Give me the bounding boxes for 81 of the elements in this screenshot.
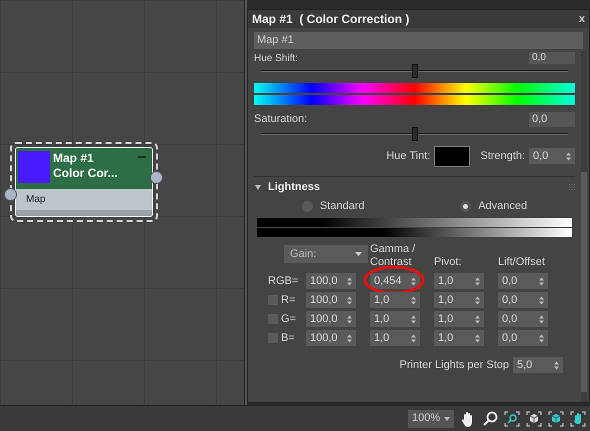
- slider-thumb[interactable]: [412, 64, 418, 78]
- number-field[interactable]: 1,0: [434, 273, 484, 290]
- number-field[interactable]: 1,0: [434, 330, 484, 346]
- spinner-icon[interactable]: [539, 296, 544, 305]
- search-icon[interactable]: [482, 410, 498, 426]
- spinner-icon[interactable]: [347, 314, 352, 324]
- column-header: Pivot:: [434, 256, 463, 270]
- number-field[interactable]: 100,0: [306, 292, 356, 308]
- spinner-icon[interactable]: [347, 334, 352, 343]
- spinner-icon[interactable]: [347, 276, 352, 286]
- spinner-icon[interactable]: [539, 276, 544, 286]
- strength-field[interactable]: 0,0: [529, 148, 575, 164]
- number-field[interactable]: 1,0: [434, 311, 484, 328]
- number-field[interactable]: 1,0: [370, 330, 420, 346]
- mode-radio[interactable]: Advanced: [460, 198, 528, 214]
- number-field[interactable]: 0,0: [498, 330, 548, 346]
- number-field[interactable]: 100,0: [306, 330, 356, 346]
- saturation-label: Saturation:: [254, 112, 308, 127]
- slider[interactable]: [261, 64, 568, 78]
- hue-shift-field[interactable]: 0,0: [529, 52, 575, 64]
- number-field[interactable]: 0,454: [370, 273, 420, 290]
- spinner-icon[interactable]: [475, 296, 480, 305]
- spinner-icon[interactable]: [539, 334, 544, 343]
- collapse-arrow-icon[interactable]: [255, 184, 261, 190]
- output-port[interactable]: [150, 171, 163, 184]
- scrollbar[interactable]: [581, 51, 587, 402]
- map-node[interactable]: Map #1 Color Cor... Map: [10, 142, 158, 222]
- column-header: Gamma / Contrast: [370, 243, 416, 270]
- number-field[interactable]: 100,0: [306, 311, 356, 328]
- number-field[interactable]: 1,0: [370, 311, 420, 328]
- number-field[interactable]: 0,0: [498, 311, 548, 328]
- printer-lights-field[interactable]: 5,0: [513, 357, 563, 374]
- mode-dropdown[interactable]: Gain:: [284, 245, 368, 263]
- spinner-icon[interactable]: [411, 314, 416, 324]
- spinner-icon[interactable]: [539, 314, 544, 324]
- dropdown-caret-icon[interactable]: [355, 252, 362, 256]
- port-label: Map: [26, 193, 46, 207]
- zoom-dropdown[interactable]: 100%: [408, 410, 454, 428]
- number-field[interactable]: 1,0: [434, 292, 484, 308]
- cube-frame-icon[interactable]: [526, 410, 542, 426]
- hue-shift-label: Hue Shift:: [254, 52, 298, 66]
- color-swatch: [18, 151, 50, 183]
- number-field[interactable]: 100,0: [306, 273, 356, 290]
- hue-tint-swatch[interactable]: [434, 146, 470, 166]
- slider-thumb[interactable]: [412, 127, 418, 141]
- spinner-icon[interactable]: [554, 360, 559, 370]
- zoom-region-icon[interactable]: [504, 410, 520, 426]
- printer-lights-label: Printer Lights per Stop: [400, 358, 509, 373]
- hue-tint-label: Hue Tint:: [386, 148, 430, 164]
- hand-frame-icon[interactable]: [570, 410, 586, 426]
- spinner-icon[interactable]: [475, 276, 480, 286]
- spinner-icon[interactable]: [411, 334, 416, 343]
- spinner-icon[interactable]: [411, 276, 416, 286]
- row-label: R=: [281, 293, 296, 308]
- row-label: RGB=: [268, 274, 298, 289]
- row-label: G=: [281, 312, 296, 327]
- row-label: B=: [281, 331, 295, 346]
- cube-frame-icon[interactable]: [548, 410, 564, 426]
- column-header: Lift/Offset: [498, 256, 546, 270]
- number-field[interactable]: 1,0: [370, 292, 420, 308]
- spinner-icon[interactable]: [347, 296, 352, 305]
- mode-radio[interactable]: Standard: [302, 198, 364, 214]
- spinner-icon[interactable]: [475, 334, 480, 343]
- node-title: Map #1: [53, 151, 95, 166]
- spinner-icon[interactable]: [475, 314, 480, 324]
- dropdown-caret-icon[interactable]: [444, 416, 450, 420]
- spinner-icon[interactable]: [566, 152, 571, 160]
- input-port[interactable]: [4, 188, 17, 201]
- node-canvas[interactable]: Map #1 Color Cor... Map: [0, 0, 245, 405]
- grip-icon[interactable]: [569, 184, 575, 190]
- close-button[interactable]: x: [578, 10, 585, 28]
- slider[interactable]: [261, 127, 568, 141]
- node-subtitle: Color Cor...: [53, 166, 119, 181]
- name-field[interactable]: Map #1: [254, 32, 583, 49]
- section-title[interactable]: Lightness: [268, 178, 320, 196]
- panel-title: Map #1 ( Color Correction ): [252, 11, 410, 28]
- spinner-icon[interactable]: [411, 296, 416, 305]
- number-field[interactable]: 0,0: [498, 292, 548, 308]
- number-field[interactable]: 0,0: [498, 273, 548, 290]
- strength-label: Strength:: [480, 148, 525, 164]
- saturation-field[interactable]: 0,0: [529, 112, 575, 126]
